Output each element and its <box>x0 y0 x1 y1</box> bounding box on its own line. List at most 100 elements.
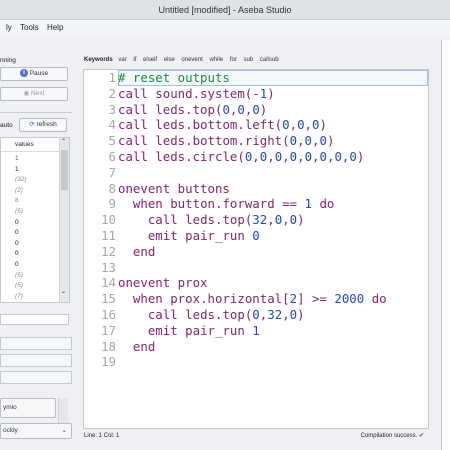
plugin-button-ymio[interactable]: ymio <box>0 398 56 418</box>
code-line: emit pair_run 1 <box>147 322 260 338</box>
keywords-bar: Keywords var if elseif else onevent whil… <box>84 57 284 63</box>
code-line: # reset outputs <box>118 70 230 85</box>
menu-item-tools[interactable]: Tools <box>20 23 39 32</box>
variable-value: 0 <box>15 239 19 247</box>
line-number: 1 <box>108 70 116 85</box>
variable-value: 0 <box>15 218 19 226</box>
line-number: 9 <box>108 196 116 212</box>
left-toolbar-1[interactable] <box>0 337 72 350</box>
left-panel: nning II Pause ◉ Next auto ⟳ refresh val… <box>0 40 74 450</box>
line-number: 18 <box>101 338 116 354</box>
pause-label: Pause <box>29 70 49 77</box>
code-line: when prox.horizontal[2] >= 2000 do <box>132 291 387 307</box>
keywords-title: Keywords <box>84 57 113 63</box>
keyword-else[interactable]: else <box>164 57 175 63</box>
variable-value: 8 <box>15 197 19 205</box>
header-divider <box>1 151 59 152</box>
line-number: 7 <box>108 164 116 180</box>
variable-value: 1 <box>15 165 19 173</box>
keyword-if[interactable]: if <box>133 57 136 63</box>
scrollbar-thumb[interactable] <box>61 150 68 190</box>
variables-table: values 1 1 (32) (2) 8 (5) 0 0 0 0 0 (5) (5) (7) ⌃ ⌄ <box>0 137 70 303</box>
line-number-gutter: 1 2 3 4 5 6 7 8 9 10 11 12 13 14 15 16 17 18 19 <box>84 70 117 428</box>
editor-panel: Keywords var if elseif else onevent whil… <box>80 52 438 444</box>
line-number: 19 <box>101 354 116 370</box>
values-column-header: values <box>15 141 34 148</box>
variable-value: (32) <box>15 176 27 184</box>
variable-value: (5) <box>15 208 23 215</box>
line-number: 17 <box>101 322 116 338</box>
code-editor[interactable]: 1 2 3 4 5 6 7 8 9 10 11 12 13 14 15 16 17 18 19 # reset ou… <box>83 69 429 429</box>
plugin-button-ockly[interactable]: ockly ⌄ <box>0 423 72 439</box>
code-line: end <box>132 243 156 259</box>
pause-button[interactable]: II Pause <box>0 67 68 81</box>
check-icon: ✔ <box>418 433 424 439</box>
menu-item-help[interactable]: Help <box>47 23 63 32</box>
menu-bar: ly Tools Help <box>0 20 450 36</box>
divider <box>0 112 72 113</box>
code-line: emit pair_run 0 <box>147 227 260 243</box>
line-number: 13 <box>101 259 116 275</box>
line-number: 10 <box>101 212 116 228</box>
left-toolbar-3[interactable] <box>0 371 72 384</box>
variable-value: (5) <box>15 271 23 279</box>
code-line: call leds.bottom.left(0,0,0) <box>118 117 327 133</box>
keyword-for[interactable]: for <box>230 57 237 63</box>
variables-scrollbar[interactable]: ⌃ ⌄ <box>59 138 69 302</box>
variable-value: (5) <box>15 282 23 290</box>
code-line: end <box>132 338 156 354</box>
keyword-onevent[interactable]: onevent <box>181 57 202 63</box>
code-line: call leds.top(0,0,0) <box>118 101 268 117</box>
keyword-callsub[interactable]: callsub <box>260 57 279 63</box>
next-icon: ◉ <box>23 90 30 97</box>
line-number: 5 <box>108 133 116 149</box>
line-number: 3 <box>108 101 116 117</box>
menu-item-ly[interactable]: ly <box>6 23 12 32</box>
line-number: 4 <box>108 117 116 133</box>
keyword-var[interactable]: var <box>118 57 126 63</box>
line-number: 8 <box>108 180 116 196</box>
code-line: onevent prox <box>118 275 208 291</box>
code-line: call leds.circle(0,0,0,0,0,0,0,0) <box>118 148 365 164</box>
editor-status-bar: Line: 1 Col: 1 Compilation success. ✔ <box>84 430 430 442</box>
variable-value: 0 <box>15 250 19 258</box>
variable-value: (7) <box>15 292 23 300</box>
code-text[interactable]: # reset outputs call sound.system(-1) call… <box>118 70 387 370</box>
line-number: 14 <box>101 275 116 291</box>
line-number: 16 <box>101 306 116 322</box>
compilation-message: Compilation success. <box>360 433 418 439</box>
scroll-down-icon[interactable]: ⌄ <box>61 288 66 295</box>
execution-status: nning <box>0 57 16 64</box>
line-number: 15 <box>101 291 116 307</box>
scroll-up-icon[interactable]: ⌃ <box>61 138 66 145</box>
refresh-button[interactable]: ⟳ refresh <box>19 118 67 132</box>
keyword-sub[interactable]: sub <box>244 57 254 63</box>
keyword-while[interactable]: while <box>209 57 223 63</box>
pause-icon: II <box>19 69 28 78</box>
refresh-label: refresh <box>36 121 57 128</box>
window-title-bar: Untitled [modified] - Aseba Studio <box>0 0 450 20</box>
compilation-status: Compilation success. ✔ <box>361 430 424 442</box>
line-number: 12 <box>101 243 116 259</box>
plugin-label-ockly: ockly <box>3 427 18 434</box>
code-line: onevent buttons <box>118 180 230 196</box>
cursor-position: Line: 1 Col: 1 <box>84 433 120 439</box>
code-line: call leds.bottom.right(0,0,0) <box>118 133 335 149</box>
line-number: 11 <box>101 227 116 243</box>
filter-input[interactable] <box>0 314 69 325</box>
left-toolbar-2[interactable] <box>0 354 72 367</box>
code-line: when button.forward == 1 do <box>132 196 335 212</box>
keyword-elseif[interactable]: elseif <box>143 57 157 63</box>
next-label: Next <box>31 90 45 97</box>
chevron-down-icon: ⌄ <box>61 427 67 434</box>
window-title: Untitled [modified] - Aseba Studio <box>158 5 292 15</box>
code-line: call leds.top(0,32,0) <box>147 306 305 322</box>
line-number: 2 <box>108 85 116 101</box>
variable-value: 1 <box>15 155 19 162</box>
right-panel-edge <box>441 40 450 450</box>
next-button[interactable]: ◉ Next <box>0 87 68 101</box>
line-number: 6 <box>108 148 116 164</box>
